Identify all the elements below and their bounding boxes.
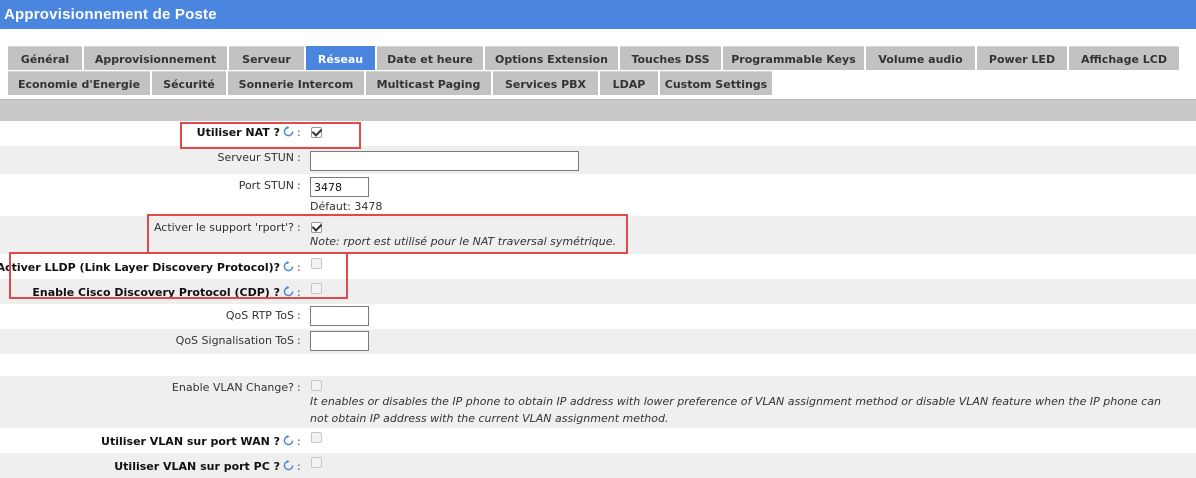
tab-general[interactable]: Général [8,46,82,70]
vlan-pc-checkbox[interactable] [311,457,322,468]
tab-services-pbx[interactable]: Services PBX [493,71,598,95]
tab-bar: Général Approvisionnement Serveur Réseau… [8,46,1188,96]
qos-signalisation-input[interactable] [310,331,369,351]
tab-sonnerie-intercom[interactable]: Sonnerie Intercom [228,71,364,95]
refresh-icon[interactable] [283,435,294,446]
stun-server-input[interactable] [310,151,579,171]
vlan-change-checkbox[interactable] [311,380,322,391]
tab-options-extension[interactable]: Options Extension [485,46,618,70]
stun-port-default: Défaut: 3478 [310,200,383,213]
tab-touches-dss[interactable]: Touches DSS [620,46,721,70]
row-vlan-change: Enable VLAN Change? : It enables or disa… [0,376,1196,428]
tab-approvisionnement[interactable]: Approvisionnement [84,46,227,70]
qos-signalisation-label: QoS Signalisation ToS [175,334,294,347]
vlan-wan-checkbox[interactable] [311,432,322,443]
stun-server-label: Serveur STUN [217,151,294,164]
row-vlan-wan: Utiliser VLAN sur port WAN ? : [0,428,1196,453]
tab-custom-settings[interactable]: Custom Settings [660,71,772,95]
refresh-icon[interactable] [283,460,294,471]
section-header [0,99,1196,121]
row-qos-rtp: QoS RTP ToS : [0,304,1196,329]
vlan-wan-label: Utiliser VLAN sur port WAN ? [101,435,294,448]
row-spacer [0,354,1196,376]
tab-multicast-paging[interactable]: Multicast Paging [366,71,491,95]
highlight-box-nat [180,122,361,149]
stun-port-label: Port STUN [238,179,294,192]
vlan-change-note: It enables or disables the IP phone to o… [310,395,1161,425]
tab-ldap[interactable]: LDAP [600,71,658,95]
row-stun-server: Serveur STUN : [0,146,1196,174]
qos-rtp-input[interactable] [310,306,369,326]
tab-row-1: Général Approvisionnement Serveur Réseau… [8,46,1188,70]
vlan-change-label: Enable VLAN Change? [171,381,294,394]
row-vlan-pc: Utiliser VLAN sur port PC ? : [0,453,1196,478]
row-qos-signalisation: QoS Signalisation ToS : [0,329,1196,354]
highlight-box-discovery [9,252,348,299]
vlan-pc-label: Utiliser VLAN sur port PC ? [114,460,294,473]
tab-economie-energie[interactable]: Economie d'Energie [8,71,150,95]
tab-reseau[interactable]: Réseau [306,46,375,70]
tab-securite[interactable]: Sécurité [152,71,226,95]
tab-power-led[interactable]: Power LED [977,46,1067,70]
qos-rtp-label: QoS RTP ToS [225,309,294,322]
tab-row-2: Economie d'Energie Sécurité Sonnerie Int… [8,71,1188,95]
row-stun-port: Port STUN : Défaut: 3478 [0,174,1196,216]
tab-volume-audio[interactable]: Volume audio [866,46,975,70]
window-title: Approvisionnement de Poste [0,0,1196,29]
tab-programmable-keys[interactable]: Programmable Keys [723,46,864,70]
tab-affichage-lcd[interactable]: Affichage LCD [1069,46,1179,70]
highlight-box-rport [147,214,628,254]
tab-serveur[interactable]: Serveur [229,46,304,70]
stun-port-input[interactable] [310,177,369,197]
tab-date-heure[interactable]: Date et heure [377,46,483,70]
